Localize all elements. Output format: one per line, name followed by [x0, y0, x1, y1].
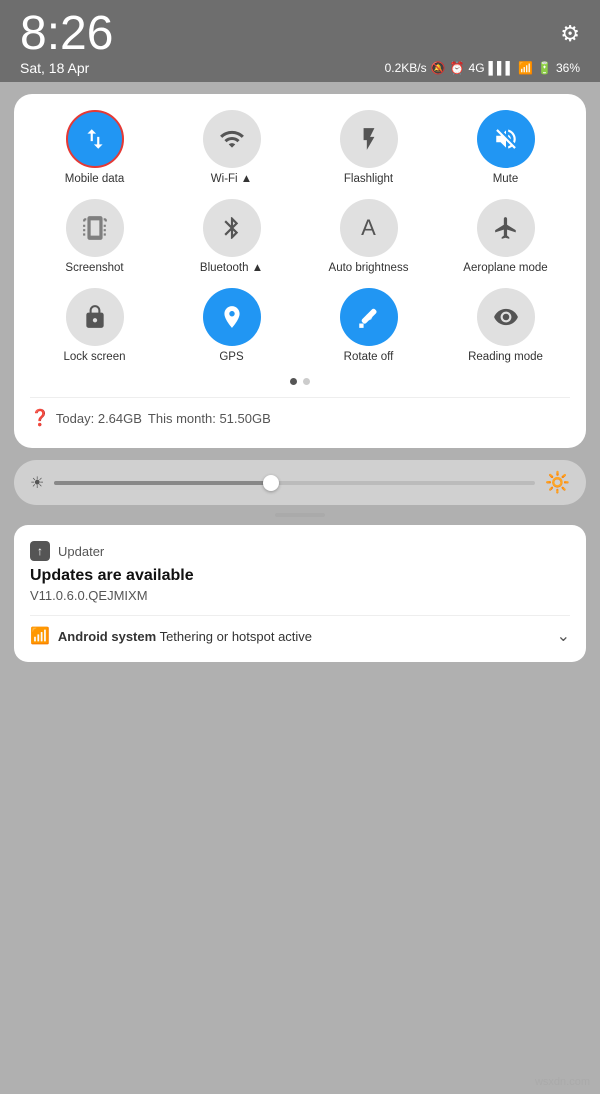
status-icons: 0.2KB/s 🔕 ⏰ 4G ▌▌▌ 📶 🔋 36%	[385, 61, 580, 75]
brightness-high-icon: 🔆	[545, 470, 570, 495]
tile-mute-icon	[477, 110, 535, 168]
tile-lock-screen-label: Lock screen	[63, 351, 125, 365]
dot-1[interactable]	[290, 378, 297, 385]
mute-svg	[493, 126, 519, 152]
auto-brightness-symbol: A	[361, 215, 376, 241]
gps-svg	[219, 304, 245, 330]
tile-lock-screen[interactable]: Lock screen	[30, 288, 159, 365]
tile-lock-screen-icon	[66, 288, 124, 346]
tile-flashlight[interactable]: Flashlight	[304, 110, 433, 187]
rotate-off-svg	[356, 304, 382, 330]
chevron-down-icon[interactable]: ⌄	[557, 626, 570, 646]
data-usage-row: ❓ Today: 2.64GB This month: 51.50GB	[30, 397, 570, 432]
alarm-icon: ⏰	[450, 61, 465, 75]
quick-settings-panel: Mobile data Wi-Fi ▲ Flashlight	[14, 94, 586, 448]
data-usage-today: Today: 2.64GB	[56, 411, 142, 426]
reading-mode-svg	[493, 304, 519, 330]
data-usage-month: This month: 51.50GB	[148, 411, 271, 426]
brightness-bar[interactable]: ☀ 🔆	[14, 460, 586, 505]
notif-android-text: Android system Tethering or hotspot acti…	[58, 629, 312, 644]
date-display: Sat, 18 Apr	[20, 60, 89, 76]
status-bar: 8:26 ⚙ Sat, 18 Apr 0.2KB/s 🔕 ⏰ 4G ▌▌▌ 📶 …	[0, 0, 600, 82]
tile-rotate-off-icon	[340, 288, 398, 346]
silent-icon: 🔕	[431, 61, 446, 75]
time-display: 8:26	[20, 10, 113, 58]
tile-mute[interactable]: Mute	[441, 110, 570, 187]
notif-subtitle: V11.0.6.0.QEJMIXM	[30, 588, 570, 603]
tile-reading-mode[interactable]: Reading mode	[441, 288, 570, 365]
flashlight-svg	[356, 126, 382, 152]
notif-android-desc-text: Tethering or hotspot active	[160, 629, 312, 644]
data-usage-icon: ❓	[30, 408, 50, 428]
page-dots	[30, 378, 570, 385]
dot-2[interactable]	[303, 378, 310, 385]
tile-wifi[interactable]: Wi-Fi ▲	[167, 110, 296, 187]
tile-screenshot-icon	[66, 199, 124, 257]
watermark: wsxdn.com	[535, 1076, 590, 1088]
tile-mobile-data[interactable]: Mobile data	[30, 110, 159, 187]
tile-aeroplane[interactable]: Aeroplane mode	[441, 199, 570, 276]
tile-aeroplane-icon	[477, 199, 535, 257]
tile-bluetooth-icon	[203, 199, 261, 257]
tile-mute-label: Mute	[493, 173, 519, 187]
wifi-icon-small: 📶	[30, 626, 50, 646]
brightness-track[interactable]	[54, 481, 535, 485]
tile-screenshot[interactable]: Screenshot	[30, 199, 159, 276]
notif-title: Updates are available	[30, 567, 570, 585]
bluetooth-svg	[219, 215, 245, 241]
wifi-svg	[219, 126, 245, 152]
drag-handle-bar	[275, 513, 325, 517]
brightness-fill	[54, 481, 270, 485]
battery-text: 36%	[556, 61, 580, 75]
notification-card: ↑ Updater Updates are available V11.0.6.…	[14, 525, 586, 662]
tile-gps-icon	[203, 288, 261, 346]
notif-updater-row: ↑ Updater	[30, 541, 570, 561]
data-icon: 4G	[469, 61, 485, 75]
tile-wifi-icon	[203, 110, 261, 168]
tile-rotate-off-label: Rotate off	[344, 351, 394, 365]
mobile-data-svg	[82, 126, 108, 152]
tile-gps[interactable]: GPS	[167, 288, 296, 365]
tile-auto-brightness-label: Auto brightness	[329, 262, 409, 276]
tile-screenshot-label: Screenshot	[65, 262, 123, 276]
speed-indicator: 0.2KB/s	[385, 61, 427, 75]
tile-mobile-data-label: Mobile data	[65, 173, 124, 187]
lock-svg	[82, 304, 108, 330]
screenshot-svg	[82, 215, 108, 241]
brightness-thumb[interactable]	[263, 475, 279, 491]
notif-android-row: 📶 Android system Tethering or hotspot ac…	[30, 626, 570, 646]
tiles-grid: Mobile data Wi-Fi ▲ Flashlight	[30, 110, 570, 364]
tile-reading-mode-icon	[477, 288, 535, 346]
wifi-icon: 📶	[518, 61, 533, 75]
signal-icon: ▌▌▌	[489, 61, 515, 75]
aeroplane-svg	[493, 215, 519, 241]
tile-rotate-off[interactable]: Rotate off	[304, 288, 433, 365]
tile-auto-brightness-icon: A	[340, 199, 398, 257]
settings-icon[interactable]: ⚙	[560, 21, 580, 47]
tile-auto-brightness[interactable]: A Auto brightness	[304, 199, 433, 276]
tile-flashlight-label: Flashlight	[344, 173, 393, 187]
notif-divider	[30, 615, 570, 616]
notif-android-label: Android system	[58, 629, 156, 644]
tile-bluetooth[interactable]: Bluetooth ▲	[167, 199, 296, 276]
tile-mobile-data-icon	[66, 110, 124, 168]
tile-wifi-label: Wi-Fi ▲	[211, 173, 252, 187]
tile-aeroplane-label: Aeroplane mode	[463, 262, 547, 276]
tile-reading-mode-label: Reading mode	[468, 351, 543, 365]
brightness-low-icon: ☀	[30, 473, 44, 493]
drag-handle	[0, 513, 600, 517]
updater-icon: ↑	[30, 541, 50, 561]
notif-app-name: Updater	[58, 544, 104, 559]
battery-icon: 🔋	[537, 61, 552, 75]
tile-bluetooth-label: Bluetooth ▲	[200, 262, 263, 276]
tile-flashlight-icon	[340, 110, 398, 168]
tile-gps-label: GPS	[219, 351, 243, 365]
